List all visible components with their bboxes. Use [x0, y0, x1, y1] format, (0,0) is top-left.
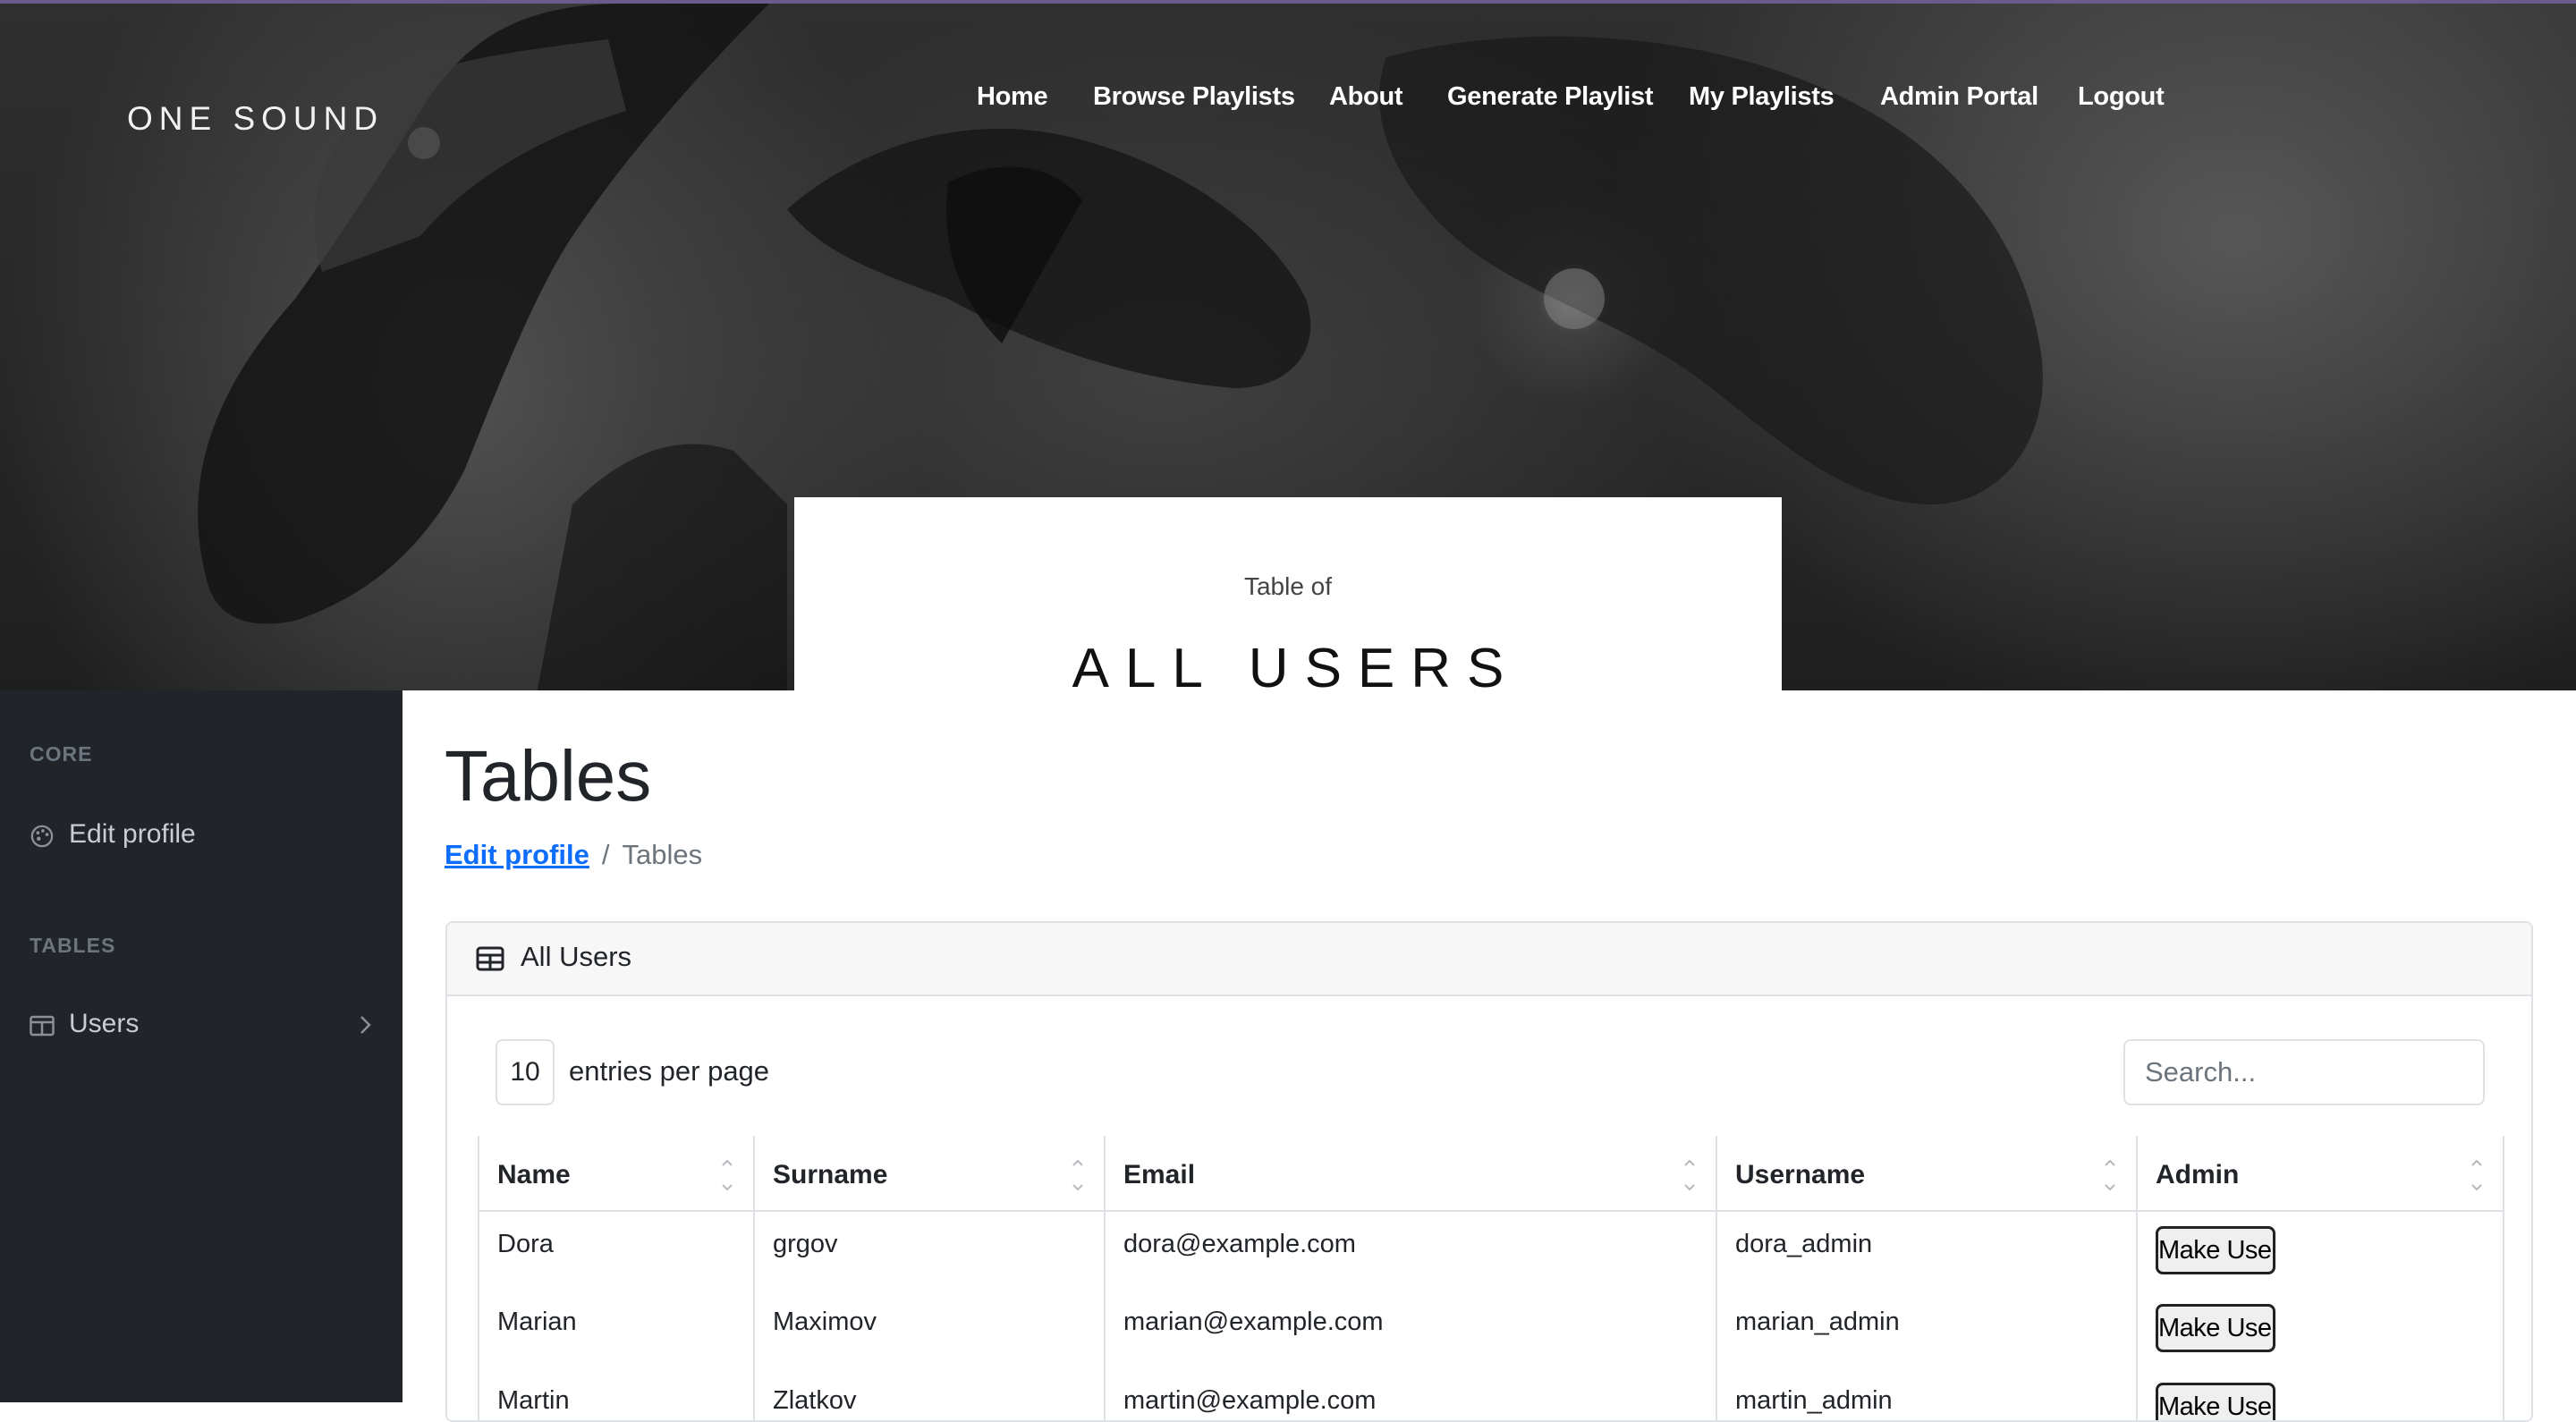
column-header-label: Name	[497, 1159, 571, 1189]
nav-generate-playlist[interactable]: Generate Playlist	[1447, 82, 1654, 112]
sidebar: CORE Edit profile TABLES Users	[0, 690, 402, 1402]
column-header-label: Admin	[2156, 1159, 2240, 1189]
columns-icon	[30, 1015, 55, 1037]
make-user-button[interactable]: Make User	[2156, 1226, 2275, 1274]
users-card: All Users 10 entries per page Name Surna…	[445, 921, 2533, 1422]
cell-surname: grgov	[753, 1211, 1106, 1290]
main-nav: Home Browse Playlists About Generate Pla…	[0, 82, 2576, 122]
sidebar-item-label: Edit profile	[69, 819, 196, 849]
table-search-input[interactable]	[2123, 1039, 2485, 1105]
sort-icon	[2471, 1159, 2482, 1191]
page-title: Tables	[445, 736, 652, 816]
breadcrumb-separator: /	[601, 839, 610, 870]
cell-email: martin@example.com	[1104, 1368, 1717, 1420]
table-row: Marian Maximov marian@example.com marian…	[478, 1290, 2504, 1368]
hero-title-card: Table of ALL USERS	[794, 497, 1782, 690]
make-user-button[interactable]: Make User	[2156, 1383, 2275, 1420]
table-header-row: Name Surname Email Username Admin	[478, 1136, 2504, 1212]
card-header-title: All Users	[521, 941, 632, 972]
sort-icon	[2105, 1159, 2115, 1191]
sort-icon	[722, 1159, 733, 1191]
palette-icon	[30, 825, 54, 848]
cell-name: Marian	[478, 1290, 755, 1368]
column-header-label: Username	[1735, 1159, 1866, 1189]
cell-email: marian@example.com	[1104, 1290, 1717, 1368]
nav-about[interactable]: About	[1329, 82, 1403, 112]
column-header-label: Email	[1123, 1159, 1196, 1189]
cell-admin: Make User	[2136, 1290, 2504, 1368]
sidebar-item-edit-profile[interactable]: Edit profile	[30, 817, 374, 853]
chevron-right-icon	[360, 1016, 371, 1034]
cell-email: dora@example.com	[1104, 1211, 1717, 1290]
column-header-name[interactable]: Name	[478, 1136, 755, 1212]
column-header-username[interactable]: Username	[1716, 1136, 2138, 1212]
column-header-admin[interactable]: Admin	[2136, 1136, 2504, 1212]
cell-name: Dora	[478, 1211, 755, 1290]
hero-title: ALL USERS	[1072, 638, 1521, 690]
hero-banner: ONE SOUND Home Browse Playlists About Ge…	[0, 0, 2576, 690]
nav-home[interactable]: Home	[977, 82, 1048, 112]
sidebar-item-users[interactable]: Users	[30, 1007, 374, 1043]
table-row: Dora grgov dora@example.com dora_admin M…	[478, 1211, 2504, 1290]
column-header-label: Surname	[773, 1159, 888, 1189]
entries-per-page-select[interactable]: 10	[496, 1039, 555, 1105]
column-header-email[interactable]: Email	[1104, 1136, 1717, 1212]
hero-subtitle: Table of	[1243, 572, 1333, 600]
nav-browse-playlists[interactable]: Browse Playlists	[1093, 82, 1295, 112]
cell-name: Martin	[478, 1368, 755, 1420]
cell-username: marian_admin	[1716, 1290, 2138, 1368]
table-row: Martin Zlatkov martin@example.com martin…	[478, 1368, 2504, 1420]
cell-admin: Make User	[2136, 1211, 2504, 1290]
nav-logout[interactable]: Logout	[2078, 82, 2165, 112]
cell-username: dora_admin	[1716, 1211, 2138, 1290]
card-header: All Users	[447, 923, 2531, 996]
sort-icon	[1684, 1159, 1695, 1191]
make-user-button[interactable]: Make User	[2156, 1304, 2275, 1352]
breadcrumb-link-edit-profile[interactable]: Edit profile	[445, 839, 589, 870]
entries-per-page-label: entries per page	[569, 1055, 770, 1087]
cell-surname: Maximov	[753, 1290, 1106, 1368]
column-header-surname[interactable]: Surname	[753, 1136, 1106, 1212]
cell-admin: Make User	[2136, 1368, 2504, 1420]
breadcrumb-current: Tables	[622, 839, 703, 870]
sidebar-heading-core: CORE	[30, 742, 93, 766]
table-icon	[476, 946, 504, 971]
nav-admin-portal[interactable]: Admin Portal	[1880, 82, 2038, 112]
users-table: Name Surname Email Username Admin Dora g…	[478, 1136, 2504, 1420]
sort-icon	[1072, 1159, 1083, 1191]
sidebar-item-label: Users	[69, 1009, 140, 1038]
cell-username: martin_admin	[1716, 1368, 2138, 1420]
cell-surname: Zlatkov	[753, 1368, 1106, 1420]
sidebar-heading-tables: TABLES	[30, 934, 116, 957]
nav-my-playlists[interactable]: My Playlists	[1689, 82, 1835, 112]
breadcrumb: Edit profile / Tables	[445, 839, 702, 871]
